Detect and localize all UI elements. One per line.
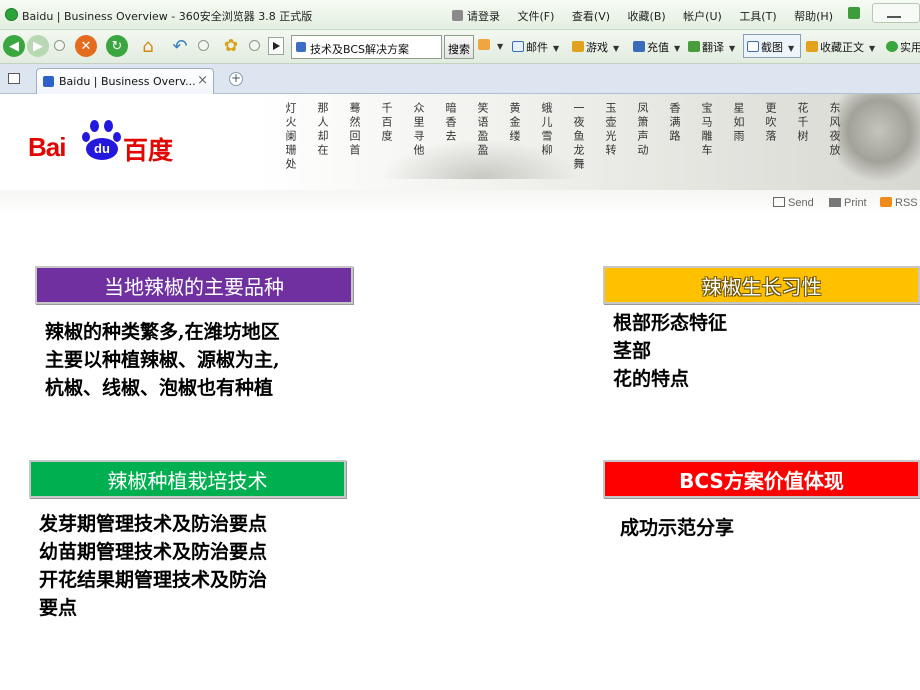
poem-column: 笑语盈盈 [476,102,489,158]
growth-habits-heading: 辣椒生长习性 [603,266,920,304]
lock-icon [452,10,463,21]
refresh-icon[interactable]: ↻ [106,35,128,57]
menu-favorites[interactable]: 收藏(B) [628,10,666,23]
growth-habits-text: 根部形态特征 茎部 花的特点 [613,309,727,393]
baidu-favicon-icon [43,76,54,87]
menu-tools[interactable]: 工具(T) [739,10,776,23]
menu-file[interactable]: 文件(F) [518,10,555,23]
collect-icon [806,41,818,52]
menu-account[interactable]: 帐户(U) [683,10,722,23]
stop-icon[interactable]: ✕ [75,35,97,57]
poem-column: 蛾儿雪柳 [540,102,553,158]
search-button[interactable]: 搜索 [444,35,474,59]
minimize-button[interactable] [872,3,920,23]
games-icon [572,41,584,52]
tab-bar: Baidu | Business Overv... × + [0,64,920,94]
cultivation-heading: 辣椒种植栽培技术 [29,460,346,498]
poem-column: 暗香去 [444,102,457,144]
send-link[interactable]: Send [773,197,814,209]
mail-icon [512,41,524,52]
plus-icon [886,41,898,52]
paw-dropdown-icon[interactable] [249,40,260,51]
text-line: 杭椒、线椒、泡椒也有种植 [45,377,274,399]
close-icon[interactable]: × [197,73,208,88]
poem-column: 一夜鱼龙舞 [572,102,585,172]
window-title: Baidu | Business Overview - 360安全浏览器 3.8… [22,10,313,23]
poem-column: 那人却在 [316,102,329,158]
baidu-logo[interactable]: Bai du 百度 [28,118,188,168]
poem-column: 凤箫声动 [636,102,649,158]
practical-button[interactable]: 实用 [886,39,920,55]
page-header: Bai du 百度 东风夜放 花千树 更吹落 星如雨 宝马雕车 香满路 凤箫声动… [0,94,920,190]
menu-bar: 请登录 文件(F) 查看(V) 收藏(B) 帐户(U) 工具(T) 帮助(H) [452,8,847,24]
tab-baidu[interactable]: Baidu | Business Overv... × [36,68,214,94]
text-line: 主要以种植辣椒、源椒为主, [45,349,280,371]
skin-icon[interactable] [848,7,860,19]
mail-button[interactable]: 邮件 ▼ [512,39,559,55]
poem-column: 宝马雕车 [700,102,713,158]
address-bar[interactable]: 技术及BCS解决方案 [291,35,442,59]
share-bar: Send Print RSS [0,190,920,216]
poem-column: 玉壶光转 [604,102,617,158]
poem-column: 灯火阑珊处 [284,102,297,172]
poem-columns: 东风夜放 花千树 更吹落 星如雨 宝马雕车 香满路 凤箫声动 玉壶光转 一夜鱼龙… [280,102,920,182]
address-text: 技术及BCS解决方案 [310,43,410,56]
text-line: 幼苗期管理技术及防治要点 [39,541,268,563]
text-line: 辣椒的种类繁多,在潍坊地区 [45,321,280,343]
poem-column: 众里寻他 [412,102,425,158]
print-link[interactable]: Print [829,197,867,209]
text-line: 要点 [39,597,78,619]
page-favicon-icon [296,42,306,52]
cultivation-text: 发芽期管理技术及防治要点 幼苗期管理技术及防治要点 开花结果期管理技术及防治 要… [39,510,267,622]
varieties-text: 辣椒的种类繁多,在潍坊地区 主要以种植辣椒、源椒为主, 杭椒、线椒、泡椒也有种植 [45,318,280,402]
login-link[interactable]: 请登录 [452,10,500,23]
screenshot-button[interactable]: 截图 ▼ [747,39,794,55]
poem-column: 花千树 [796,102,809,144]
text-line: 花的特点 [613,368,690,390]
tab-title: Baidu | Business Overv... [59,75,196,88]
undo-close-icon[interactable]: ↶ [169,35,191,57]
rss-link[interactable]: RSS [880,197,918,209]
translate-button[interactable]: 翻译 ▼ [688,39,735,55]
poem-column: 东风夜放 [828,102,841,158]
go-icon[interactable] [268,37,284,55]
browser-logo-icon [5,8,18,21]
bcs-value-text: 成功示范分享 [620,514,734,542]
recharge-icon [633,41,645,52]
back-arrow-icon[interactable]: ◀ [3,35,25,57]
mail-icon [773,197,785,207]
new-tab-button[interactable]: + [229,72,243,86]
recharge-button[interactable]: 充值 ▼ [633,39,680,55]
translate-icon [688,41,700,52]
poem-column: 黄金缕 [508,102,521,144]
varieties-heading: 当地辣椒的主要品种 [35,266,353,304]
menu-help[interactable]: 帮助(H) [794,10,833,23]
poem-column: 蓦然回首 [348,102,361,158]
tab-list-icon[interactable] [8,73,20,84]
title-bar: Baidu | Business Overview - 360安全浏览器 3.8… [0,0,920,30]
bcs-value-heading: BCS方案价值体现 [603,460,920,498]
text-line: 根部形态特征 [613,312,728,334]
poem-column: 更吹落 [764,102,777,144]
navigation-toolbar: ◀ ▶ ✕ ↻ ⌂ ↶ ✿ 技术及BCS解决方案 搜索 ▼ 邮件 ▼ 游戏 ▼ 充值… [0,30,920,64]
undo-dropdown-icon[interactable] [198,40,209,51]
text-line: 成功示范分享 [620,517,735,539]
rss-icon [880,197,892,207]
search-engine-icon[interactable]: ▼ [478,39,503,52]
poem-column: 香满路 [668,102,681,144]
text-line: 开花结果期管理技术及防治 [39,569,268,591]
screenshot-icon [747,41,759,52]
text-line: 发芽期管理技术及防治要点 [39,513,268,535]
forward-arrow-icon[interactable]: ▶ [27,35,49,57]
history-dropdown-icon[interactable] [54,40,65,51]
menu-view[interactable]: 查看(V) [572,10,610,23]
games-button[interactable]: 游戏 ▼ [572,39,619,55]
home-icon[interactable]: ⌂ [137,35,159,57]
collect-text-button[interactable]: 收藏正文 ▼ [806,39,875,55]
paw-icon[interactable]: ✿ [220,35,242,57]
printer-icon [829,198,841,207]
poem-column: 千百度 [380,102,393,144]
poem-column: 星如雨 [732,102,745,144]
text-line: 茎部 [613,340,652,362]
